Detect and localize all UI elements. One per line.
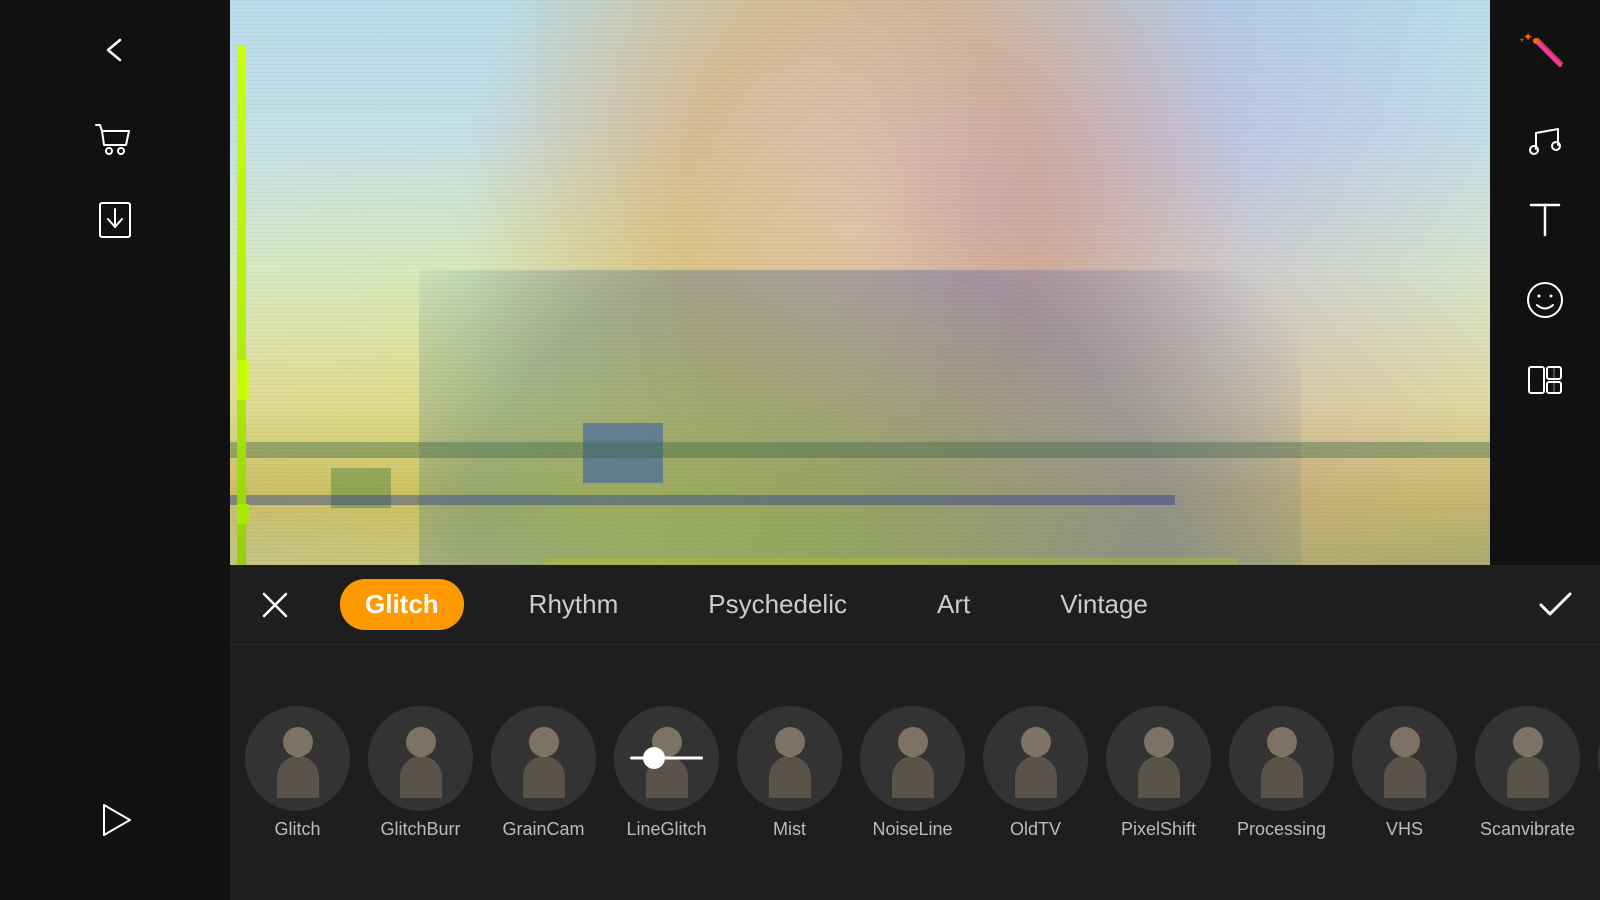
effects-row: GlitchGlitchBurrGrainCamLineGlitchMistNo… <box>230 645 1600 900</box>
music-icon-button[interactable] <box>1515 110 1575 170</box>
effect-scanvibrate[interactable]: Scanvibrate <box>1475 706 1580 840</box>
tab-vintage[interactable]: Vintage <box>1035 579 1173 630</box>
effect-glitchburr[interactable]: GlitchBurr <box>368 706 473 840</box>
left-sidebar <box>0 0 230 900</box>
effect-vhs[interactable]: VHS <box>1352 706 1457 840</box>
svg-text:*: * <box>1520 37 1524 48</box>
magic-wand-button[interactable]: ✦ * <box>1515 20 1575 80</box>
content-wrapper: 00:11.08 <box>230 0 1600 900</box>
effect-glitch[interactable]: Glitch <box>245 706 350 840</box>
layout-icon-button[interactable] <box>1515 350 1575 410</box>
effect-processing[interactable]: Processing <box>1229 706 1334 840</box>
close-button[interactable] <box>250 580 300 630</box>
effect-oldtv[interactable]: OldTV <box>983 706 1088 840</box>
tab-psychedelic[interactable]: Psychedelic <box>683 579 872 630</box>
emoji-icon-button[interactable] <box>1515 270 1575 330</box>
tab-art[interactable]: Art <box>912 579 995 630</box>
shop-icon-button[interactable] <box>85 110 145 170</box>
effect-pixelshift[interactable]: PixelShift <box>1106 706 1211 840</box>
bottom-panel: Glitch Rhythm Psychedelic Art Vintage Gl… <box>230 565 1600 900</box>
filter-tabs-bar: Glitch Rhythm Psychedelic Art Vintage <box>230 565 1600 645</box>
tab-rhythm[interactable]: Rhythm <box>504 579 644 630</box>
back-button[interactable] <box>85 20 145 80</box>
effect-lineglitch[interactable]: LineGlitch <box>614 706 719 840</box>
effect-graincam[interactable]: GrainCam <box>491 706 596 840</box>
effect-mist[interactable]: Mist <box>737 706 842 840</box>
confirm-button[interactable] <box>1530 580 1580 630</box>
svg-text:✦: ✦ <box>1523 30 1533 44</box>
download-icon-button[interactable] <box>85 190 145 250</box>
text-icon-button[interactable] <box>1515 190 1575 250</box>
play-icon-button[interactable] <box>85 790 145 850</box>
tab-glitch[interactable]: Glitch <box>340 579 464 630</box>
effect-noiseline[interactable]: NoiseLine <box>860 706 965 840</box>
